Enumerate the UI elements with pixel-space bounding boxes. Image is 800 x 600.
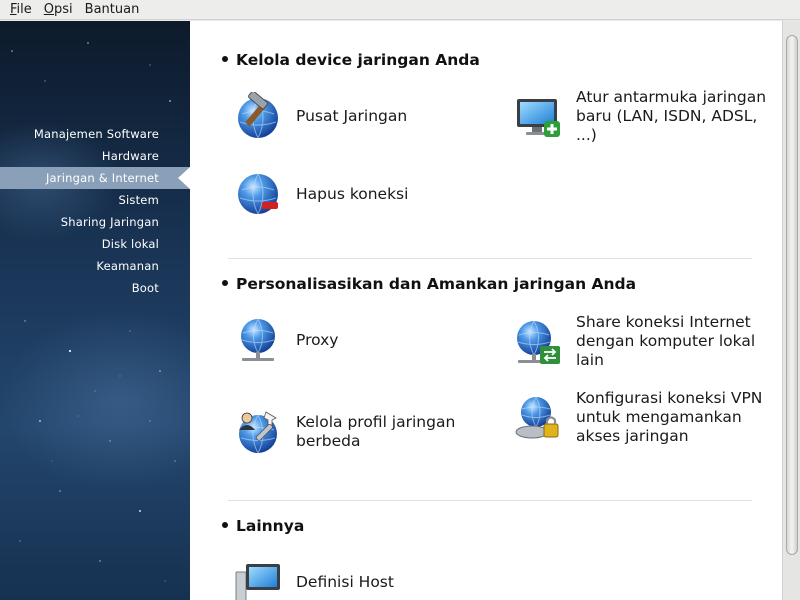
globe-network-icon [241, 318, 275, 361]
menu-bantuan[interactable]: Bantuan [79, 0, 146, 20]
section-title-text: Lainnya [236, 517, 305, 535]
starfield-background [0, 42, 190, 582]
section-title-personalisasikan: Personalisasikan dan Amankan jaringan An… [222, 275, 636, 293]
sidebar-item-disk-lokal[interactable]: Disk lokal [0, 233, 190, 255]
tool-label: Atur antarmuka jaringan baru (LAN, ISDN,… [576, 88, 767, 144]
globe-remove-icon [238, 173, 278, 215]
tool-hapus-koneksi[interactable]: Hapus koneksi [234, 170, 474, 218]
section-divider [228, 500, 752, 501]
sidebar-item-sharing-jaringan[interactable]: Sharing Jaringan [0, 211, 190, 233]
globe-share-icon [517, 320, 560, 364]
menu-file-label: ile [16, 1, 32, 17]
section-title-text: Personalisasikan dan Amankan jaringan An… [236, 275, 637, 293]
section-title-kelola-device: Kelola device jaringan Anda [222, 51, 480, 69]
tool-proxy[interactable]: Proxy [234, 316, 474, 364]
menu-bantuan-label: Bantuan [84, 1, 140, 17]
main-panel: Kelola device jaringan Anda Pusat Jaring… [190, 21, 782, 600]
hammer-globe-icon [238, 92, 278, 139]
tool-konfigurasi-vpn[interactable]: Konfigurasi koneksi VPN untuk mengamanka… [514, 389, 770, 446]
monitor-plus-icon [517, 98, 560, 137]
bullet-icon [222, 55, 228, 62]
menu-opsi-mnemonic: O [43, 1, 55, 17]
tool-share-koneksi[interactable]: Share koneksi Internet dengan komputer l… [514, 313, 770, 370]
sidebar-nav: Manajemen Software Hardware Jaringan & I… [0, 123, 190, 299]
sidebar-item-keamanan[interactable]: Keamanan [0, 255, 190, 277]
section-divider [228, 258, 752, 259]
scrollbar-thumb[interactable] [786, 35, 798, 555]
menu-opsi-label: psi [54, 1, 73, 17]
sidebar-item-manajemen-software[interactable]: Manajemen Software [0, 123, 190, 145]
menubar: File Opsi Bantuan [0, 0, 800, 20]
sidebar-item-jaringan-internet[interactable]: Jaringan & Internet [0, 167, 190, 189]
sidebar-item-sistem[interactable]: Sistem [0, 189, 190, 211]
section-title-lainnya: Lainnya [222, 517, 304, 535]
tool-definisi-host[interactable]: Definisi Host [234, 558, 474, 600]
sidebar-item-boot[interactable]: Boot [0, 277, 190, 299]
tool-pusat-jaringan[interactable]: Pusat Jaringan [234, 92, 474, 140]
tool-label: Konfigurasi koneksi VPN untuk mengamanka… [576, 389, 763, 445]
tool-label: Pusat Jaringan [296, 106, 408, 125]
vertical-scrollbar[interactable] [782, 21, 800, 600]
sidebar: Manajemen Software Hardware Jaringan & I… [0, 21, 190, 600]
tool-label: Definisi Host [296, 572, 394, 591]
section-title-text: Kelola device jaringan Anda [236, 51, 480, 69]
globe-profile-icon [239, 411, 277, 454]
tool-label: Proxy [296, 330, 339, 349]
tool-label: Share koneksi Internet dengan komputer l… [576, 313, 756, 369]
bullet-icon [222, 521, 228, 528]
tool-label: Kelola profil jaringan berbeda [296, 413, 456, 450]
menu-file[interactable]: File [4, 0, 38, 20]
bullet-icon [222, 279, 228, 286]
tool-atur-antarmuka[interactable]: Atur antarmuka jaringan baru (LAN, ISDN,… [514, 88, 770, 145]
sidebar-item-hardware[interactable]: Hardware [0, 145, 190, 167]
computer-hosts-icon [235, 564, 280, 600]
tool-kelola-profil[interactable]: Kelola profil jaringan berbeda [234, 408, 474, 456]
globe-vpn-lock-icon [515, 396, 559, 438]
tool-label: Hapus koneksi [296, 184, 409, 203]
menu-opsi[interactable]: Opsi [38, 0, 79, 20]
